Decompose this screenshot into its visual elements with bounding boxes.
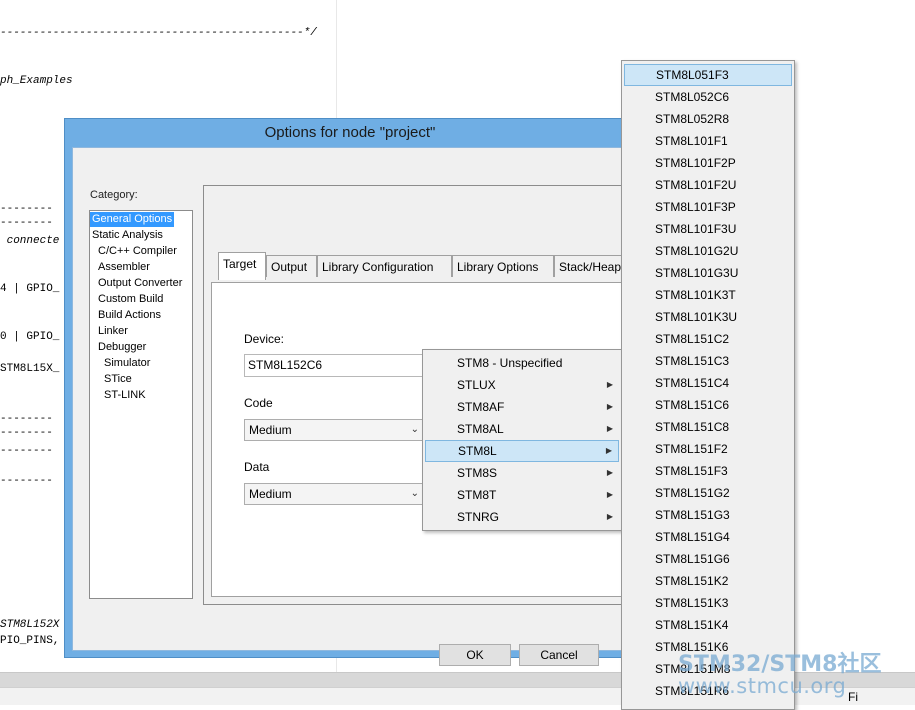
device-item[interactable]: STM8L101F2U — [624, 174, 792, 196]
menu-item[interactable]: STM8AF ▶ — [425, 396, 619, 418]
menu-item-label: STM8S — [457, 466, 498, 480]
device-item[interactable]: STM8L101F2P — [624, 152, 792, 174]
device-item[interactable]: STM8L151C4 — [624, 372, 792, 394]
device-field[interactable]: STM8L152C6 — [244, 354, 424, 377]
menu-item-label: STM8AF — [457, 400, 505, 414]
category-item[interactable]: Assembler — [96, 260, 152, 275]
category-label: Category: — [90, 189, 138, 201]
submenu-arrow-icon: ▶ — [606, 402, 613, 411]
submenu-arrow-icon: ▶ — [606, 468, 613, 477]
submenu-arrow-icon: ▶ — [606, 512, 613, 521]
menu-item[interactable]: STNRG ▶ — [425, 506, 619, 528]
device-item[interactable]: STM8L052C6 — [624, 86, 792, 108]
menu-item-label: STM8AL — [457, 422, 504, 436]
submenu-arrow-icon: ▶ — [606, 424, 613, 433]
device-item[interactable]: STM8L151G2 — [624, 482, 792, 504]
tab-output[interactable]: Output — [266, 255, 317, 277]
device-item[interactable]: STM8L151G3 — [624, 504, 792, 526]
category-item[interactable]: Static Analysis — [90, 228, 165, 243]
menu-item[interactable]: STLUX ▶ — [425, 374, 619, 396]
device-item[interactable]: STM8L052R8 — [624, 108, 792, 130]
device-item[interactable]: STM8L101K3T — [624, 284, 792, 306]
stm8l-device-submenu: STM8L051F3 STM8L052C6 STM8L052R8 STM8L101F1… — [621, 60, 795, 710]
category-item[interactable]: ST-LINK — [102, 388, 148, 403]
device-item[interactable]: STM8L151C2 — [624, 328, 792, 350]
submenu-arrow-icon: ▶ — [606, 380, 613, 389]
device-item[interactable]: STM8L151F2 — [624, 438, 792, 460]
category-item[interactable]: C/C++ Compiler — [96, 244, 179, 259]
category-item[interactable]: STice — [102, 372, 134, 387]
submenu-arrow-icon: ▶ — [605, 446, 612, 455]
submenu-arrow-icon: ▶ — [606, 490, 613, 499]
menu-item[interactable]: STM8T ▶ — [425, 484, 619, 506]
device-item[interactable]: STM8L151F3 — [624, 460, 792, 482]
code-label: Code — [244, 396, 273, 410]
device-item[interactable]: STM8L101F3U — [624, 218, 792, 240]
device-item[interactable]: STM8L151G4 — [624, 526, 792, 548]
code-line: PIO_PINS, — [0, 635, 60, 647]
menu-item[interactable]: STM8AL ▶ — [425, 418, 619, 440]
category-list[interactable]: General Options Static Analysis C/C++ Comp… — [89, 210, 193, 599]
code-line: -------- — [0, 203, 53, 215]
device-item[interactable]: STM8L151C6 — [624, 394, 792, 416]
menu-item-label: STLUX — [457, 378, 496, 392]
device-label: Device: — [244, 332, 285, 346]
device-item[interactable]: STM8L151C3 — [624, 350, 792, 372]
category-item[interactable]: Custom Build — [96, 292, 165, 307]
code-line: -------- — [0, 427, 53, 439]
tab-target[interactable]: Target — [218, 252, 266, 280]
device-item[interactable]: STM8L151C8 — [624, 416, 792, 438]
menu-item[interactable]: STM8L ▶ — [425, 440, 619, 462]
code-line: ----------------------------------------… — [0, 27, 317, 39]
device-item[interactable]: STM8L151G6 — [624, 548, 792, 570]
menu-item[interactable]: STM8 - Unspecified — [425, 352, 619, 374]
category-item[interactable]: Simulator — [102, 356, 152, 371]
device-item[interactable]: STM8L151K4 — [624, 614, 792, 636]
device-family-menu: STM8 - Unspecified STLUX ▶ STM8AF ▶ STM8AL ▶ ST… — [422, 349, 622, 531]
chevron-down-icon: ⌄ — [410, 424, 419, 435]
menu-item-label: STM8 - Unspecified — [457, 356, 563, 370]
device-item[interactable]: STM8L101F1 — [624, 130, 792, 152]
chevron-down-icon: ⌄ — [410, 488, 419, 499]
menu-item[interactable]: STM8S ▶ — [425, 462, 619, 484]
code-model-select[interactable]: Medium ⌄ — [244, 419, 424, 441]
category-item[interactable]: Build Actions — [96, 308, 163, 323]
category-item[interactable]: Debugger — [96, 340, 148, 355]
tab-stack-heap[interactable]: Stack/Heap — [554, 255, 624, 277]
menu-item-label: STM8T — [457, 488, 497, 502]
category-item[interactable]: Output Converter — [96, 276, 184, 291]
code-line: 4 | GPIO_ — [0, 283, 60, 295]
device-item[interactable]: STM8L101F3P — [624, 196, 792, 218]
category-item[interactable]: General Options — [90, 212, 175, 227]
device-item[interactable]: STM8L151K2 — [624, 570, 792, 592]
device-item[interactable]: STM8L101G2U — [624, 240, 792, 262]
category-item[interactable]: Linker — [96, 324, 130, 339]
code-line: STM8L15X_ — [0, 363, 60, 375]
device-item[interactable]: STM8L101G3U — [624, 262, 792, 284]
code-line: STM8L152X — [0, 619, 60, 631]
data-label: Data — [244, 460, 270, 474]
code-line: connecte — [0, 235, 60, 247]
code-line: -------- — [0, 445, 53, 457]
code-line: ph_Examples — [0, 75, 73, 87]
code-model-value: Medium — [249, 423, 292, 437]
ok-button[interactable]: OK — [439, 644, 511, 666]
menu-item-label: STNRG — [457, 510, 499, 524]
device-item[interactable]: STM8L051F3 — [624, 64, 792, 86]
code-line: -------- — [0, 217, 53, 229]
data-model-select[interactable]: Medium ⌄ — [244, 483, 424, 505]
code-line: -------- — [0, 413, 53, 425]
watermark: STM32/STM8社区 www.stmcu.org — [678, 646, 881, 698]
device-item[interactable]: STM8L151K3 — [624, 592, 792, 614]
tab-library-configuration[interactable]: Library Configuration — [317, 255, 452, 277]
device-item[interactable]: STM8L101K3U — [624, 306, 792, 328]
tab-library-options[interactable]: Library Options — [452, 255, 554, 277]
dialog-title: Options for node "project" — [264, 124, 436, 141]
data-model-value: Medium — [249, 487, 292, 501]
code-line: 0 | GPIO_ — [0, 331, 60, 343]
menu-item-label: STM8L — [458, 444, 497, 458]
code-line: -------- — [0, 475, 53, 487]
cancel-button[interactable]: Cancel — [519, 644, 599, 666]
